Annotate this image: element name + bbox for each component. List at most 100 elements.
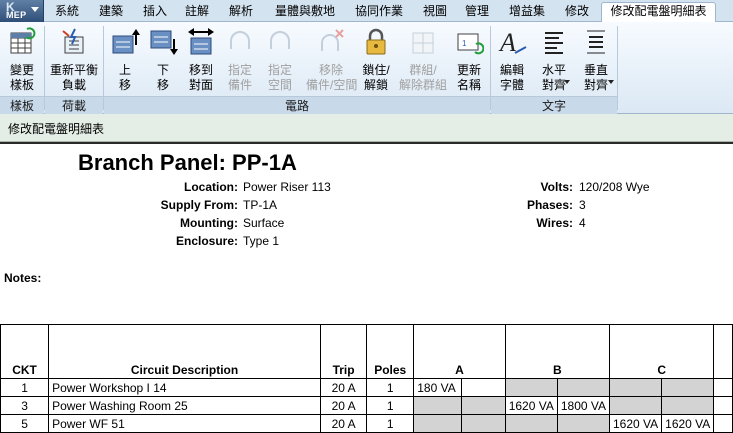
move-down-icon: [150, 30, 178, 55]
horizontal-align-button[interactable]: 水平 對齊: [534, 25, 574, 97]
supply-from-value[interactable]: TP-1A: [243, 198, 277, 212]
panel-title: Branch Panel: PP-1A: [78, 150, 297, 175]
cell-phase-b-load: [504, 414, 558, 433]
cell-phase-c-load-2[interactable]: 1620 VA: [661, 414, 715, 433]
align-h-label-1: 水平: [541, 63, 566, 77]
table-row[interactable]: 1 Power Workshop I 14 20 A 1 180 VA: [0, 378, 733, 397]
mounting-value[interactable]: Surface: [243, 216, 284, 230]
application-menu-button[interactable]: K MEP: [0, 0, 44, 22]
cell-phase-c-load[interactable]: 1620 VA: [608, 414, 663, 433]
assign-spare-button[interactable]: 指定 備件: [220, 25, 260, 97]
tab-collaborate[interactable]: 協同作業: [350, 3, 408, 22]
lock-unlock-button[interactable]: 鎖住/解鎖: [358, 25, 394, 97]
rebalance-label-1: 重新平衡: [49, 63, 98, 77]
cell-description[interactable]: Power Washing Room 25: [48, 396, 321, 415]
cell-overflow: [713, 378, 733, 397]
move-across-icon: [188, 28, 214, 55]
cell-poles[interactable]: 1: [366, 414, 415, 433]
cell-description[interactable]: Power Workshop I 14: [48, 378, 321, 397]
supply-from-label: Supply From:: [160, 198, 238, 212]
cell-phase-a-load-2: [460, 396, 506, 415]
cell-poles[interactable]: 1: [366, 378, 415, 397]
move-across-label-1: 移到: [188, 63, 213, 77]
cell-phase-b-load-2[interactable]: 1800 VA: [556, 396, 611, 415]
phases-value[interactable]: 3: [579, 198, 586, 212]
cell-phase-b-load[interactable]: 1620 VA: [504, 396, 558, 415]
align-v-label-1: 垂直: [583, 63, 608, 77]
app-logo-text: MEP: [6, 10, 27, 20]
renumber-label-2: 名稱: [456, 78, 481, 92]
change-template-button[interactable]: 變更 樣板: [2, 25, 42, 97]
table-row[interactable]: 3 Power Washing Room 25 20 A 1 1620 VA 1…: [0, 396, 733, 415]
col-header-ckt[interactable]: CKT: [0, 324, 50, 379]
group-label-template: 樣板: [0, 96, 44, 114]
cell-phase-c-load: [608, 396, 663, 415]
cell-overflow: [713, 414, 733, 433]
renumber-button[interactable]: 1 更新 名稱: [450, 25, 488, 97]
col-header-poles[interactable]: Poles: [366, 324, 415, 379]
lock-icon: [366, 28, 386, 55]
table-header-row: CKT Circuit Description Trip Poles A B C: [0, 324, 733, 379]
table-row[interactable]: 5 Power WF 51 20 A 1 1620 VA 1620 VA: [0, 414, 733, 433]
move-across-button[interactable]: 移到 對面: [182, 25, 220, 97]
tab-systems[interactable]: 系統: [50, 3, 84, 22]
tab-analyze[interactable]: 解析: [224, 3, 258, 22]
move-across-label-2: 對面: [188, 78, 213, 92]
cell-phase-b-load-2: [556, 414, 611, 433]
cell-trip[interactable]: 20 A: [319, 378, 368, 397]
volts-label: Volts:: [540, 180, 573, 194]
col-header-trip[interactable]: Trip: [319, 324, 368, 379]
cell-poles[interactable]: 1: [366, 396, 415, 415]
remove-spare-label-2: 備件/空間: [306, 78, 358, 92]
col-header-phase-c[interactable]: C: [608, 324, 715, 379]
cell-phase-a-load-2[interactable]: [460, 378, 506, 397]
volts-value[interactable]: 120/208 Wye: [579, 180, 650, 194]
tab-modify-panel-schedule[interactable]: 修改配電盤明細表: [601, 2, 716, 22]
assign-spare-label-1: 指定: [227, 63, 252, 77]
cell-ckt[interactable]: 1: [0, 378, 50, 397]
tab-manage[interactable]: 管理: [460, 3, 494, 22]
tab-add-ins[interactable]: 增益集: [504, 3, 550, 22]
tab-insert[interactable]: 插入: [138, 3, 172, 22]
move-down-button[interactable]: 下移: [144, 25, 182, 97]
group-label-1: 群組/: [409, 63, 437, 77]
cell-phase-b-load-2: [556, 378, 611, 397]
cell-description[interactable]: Power WF 51: [48, 414, 321, 433]
cell-ckt[interactable]: 5: [0, 414, 50, 433]
move-up-button[interactable]: 上移: [106, 25, 144, 97]
context-bar: 修改配電盤明細表: [0, 114, 733, 142]
col-header-description[interactable]: Circuit Description: [48, 324, 321, 379]
tab-view[interactable]: 視圖: [418, 3, 452, 22]
chevron-down-icon: [564, 80, 570, 84]
remove-spare-label-1: 移除: [318, 63, 343, 77]
cell-trip[interactable]: 20 A: [319, 414, 368, 433]
assign-space-button[interactable]: 指定 空間: [260, 25, 300, 97]
tab-massing-site[interactable]: 量體與敷地: [270, 3, 340, 22]
lock-label-2: 解鎖: [363, 78, 388, 92]
assign-spare-icon: [230, 31, 250, 49]
tab-architecture[interactable]: 建築: [94, 3, 128, 22]
remove-spare-button[interactable]: 移除 備件/空間: [306, 25, 358, 97]
cell-phase-a-load[interactable]: 180 VA: [413, 378, 462, 397]
edit-font-button[interactable]: A 編輯 字體: [494, 25, 530, 97]
enclosure-value[interactable]: Type 1: [243, 234, 279, 248]
align-horizontal-icon: [545, 32, 563, 54]
location-label: Location:: [184, 180, 238, 194]
cell-phase-b-load: [504, 378, 558, 397]
schedule-border: [0, 142, 733, 144]
vertical-align-button[interactable]: 垂直 對齊: [576, 25, 616, 97]
cell-trip[interactable]: 20 A: [319, 396, 368, 415]
tab-modify[interactable]: 修改: [560, 3, 594, 22]
cell-ckt[interactable]: 3: [0, 396, 50, 415]
tab-annotate[interactable]: 註解: [180, 3, 214, 22]
cell-phase-c-load: [608, 378, 663, 397]
col-header-phase-a[interactable]: A: [413, 324, 506, 379]
wires-value[interactable]: 4: [579, 216, 586, 230]
col-header-phase-b[interactable]: B: [504, 324, 611, 379]
group-ungroup-button[interactable]: 群組/解除群組: [396, 25, 450, 97]
location-value[interactable]: Power Riser 113: [243, 180, 331, 194]
svg-text:A: A: [498, 28, 516, 57]
cell-phase-a-load-2: [460, 414, 506, 433]
rebalance-loads-button[interactable]: 重新平衡 負載: [46, 25, 102, 97]
remove-spare-icon: [321, 29, 344, 51]
